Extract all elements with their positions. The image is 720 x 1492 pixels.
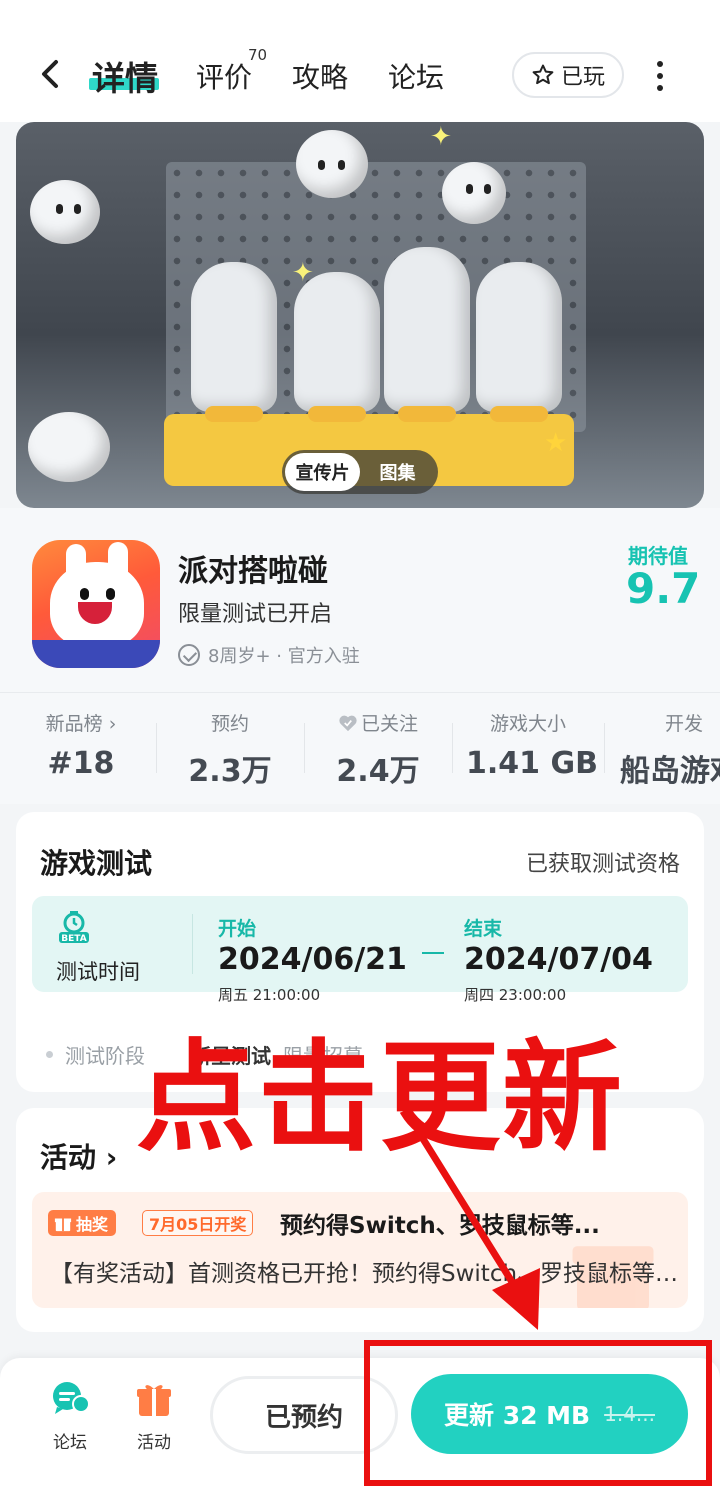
start-label: 开始 [218,918,257,940]
forum-shortcut[interactable]: 论坛 [40,1380,100,1453]
stat-value: 2.4万 [336,754,420,789]
sparkle-icon: ✦ [292,258,314,288]
stat-divider [304,723,305,773]
game-app-icon [32,540,160,668]
draw-date-tag: 7月05日开奖 [142,1210,254,1236]
banner-figure [476,262,562,422]
video-toggle-option[interactable]: 宣传片 [285,453,360,491]
gift-icon [137,1385,171,1416]
start-date: 2024/06/21 [218,942,407,977]
banner-floating-character [442,162,506,224]
tab-details[interactable]: 详情 [92,52,158,100]
banner-floating-character [296,130,368,198]
activity-description: 【有奖活动】首测资格已开抢！预约得Switch、罗技鼠标等好礼 [50,1261,680,1287]
tab-reviews[interactable]: 评价 [196,56,252,96]
stat-reservations: 预约 2.3万 [180,709,280,790]
stat-value: 船岛游戏 [620,754,720,789]
annotation-text: 点击更新 [136,1029,624,1168]
stats-row: 新品榜 › #18 预约 2.3万 已关注 2.4万 游戏大小 1.41 GB … [0,692,720,804]
back-icon[interactable] [30,52,74,96]
verified-check-icon [178,644,200,666]
played-button[interactable]: 已玩 [512,52,624,98]
activity-headline: 预约得Switch、罗技鼠标等... [280,1213,600,1239]
game-meta-text: 8周岁+ · 官方入驻 [208,646,360,667]
game-info-section: 派对搭啦碰 限量测试已开启 8周岁+ · 官方入驻 期待值 9.7 [0,508,720,692]
stat-value: 1.41 GB [466,746,598,781]
stat-label: 开发 [665,713,704,735]
heart-icon [339,715,357,731]
expect-score: 9.7 [626,564,701,613]
test-stage-label: 测试阶段 [65,1044,145,1068]
banner-figure [384,247,470,422]
stat-value: 2.3万 [188,754,272,789]
game-meta: 8周岁+ · 官方入驻 [178,642,360,668]
video-gallery-toggle[interactable]: 宣传片 图集 [282,450,438,494]
activity-title[interactable]: 活动 › [40,1136,117,1176]
date-range-arrow-icon [422,952,444,954]
stat-divider [156,723,157,773]
stat-divider [452,723,453,773]
game-title: 派对搭啦碰 [178,554,328,589]
stat-game-size: 游戏大小 1.41 GB [466,709,598,781]
played-button-label: 已玩 [560,65,605,90]
test-card-title: 游戏测试 [40,847,153,880]
banner-figure [191,262,277,422]
tab-guides[interactable]: 攻略 [292,56,348,96]
lottery-tag: 抽奖 [48,1210,117,1236]
sparkle-icon: ✦ [430,122,452,152]
activity-item[interactable]: 抽奖 7月05日开奖 预约得Switch、罗技鼠标等... 【有奖活动】首测资格… [32,1192,688,1308]
stat-label: 游戏大小 [489,713,566,735]
stat-value: #18 [47,746,115,781]
banner-floating-character [28,412,110,482]
more-options-icon[interactable] [646,56,674,96]
stat-followers: 已关注 2.4万 [326,709,430,790]
end-date: 2024/07/04 [464,942,653,977]
stat-divider [604,723,605,773]
activity-shortcut[interactable]: 活动 [124,1380,184,1453]
stat-developer[interactable]: 开发 船岛游戏 [620,709,720,790]
banner-figure [294,272,380,422]
lottery-tag-label: 抽奖 [76,1215,109,1234]
stat-label: 预约 [210,713,249,735]
game-subtitle: 限量测试已开启 [178,602,333,627]
banner-floating-character [30,180,100,244]
test-time-box: BETA 测试时间 开始 2024/06/21 周五 21:00:00 结束 2… [32,896,688,1004]
activity-shortcut-label: 活动 [137,1433,171,1453]
test-time-label: 测试时间 [56,960,140,984]
top-header: 详情 评价 70 攻略 论坛 已玩 [0,0,720,122]
bullet-dot [46,1051,53,1058]
promo-video-banner[interactable]: ✦ ✦ ★ 宣传片 图集 [16,122,704,508]
test-qualification-status: 已获取测试资格 [525,852,680,877]
gallery-toggle-option[interactable]: 图集 [360,453,435,491]
reviews-count-badge: 70 [248,46,268,64]
end-label: 结束 [464,918,503,940]
stat-label: 已关注 [360,713,418,735]
forum-chat-icon [53,1382,90,1414]
tab-forum[interactable]: 论坛 [388,56,444,96]
gift-icon [54,1218,72,1232]
star-icon [532,64,554,85]
beta-timer-icon: BETA [59,911,89,944]
svg-text:BETA: BETA [61,934,86,944]
forum-shortcut-label: 论坛 [53,1433,87,1453]
sparkle-icon: ★ [544,428,568,458]
stat-new-chart[interactable]: 新品榜 › #18 [38,709,124,781]
annotation-highlight-box [364,1340,712,1486]
test-box-divider [192,914,193,974]
stat-label: 新品榜 › [45,713,117,735]
